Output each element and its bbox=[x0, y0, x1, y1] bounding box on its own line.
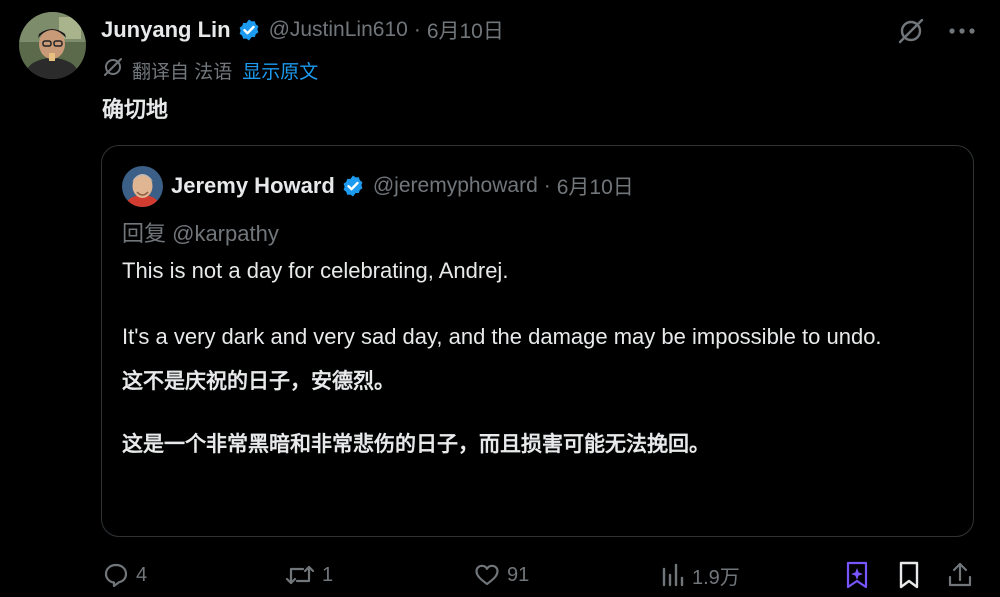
repost-icon bbox=[284, 561, 316, 589]
tweet-date[interactable]: 6月10日 bbox=[427, 15, 504, 45]
quoted-tweet-header: Jeremy Howard @jeremyphoward · 6月10日 bbox=[171, 171, 634, 201]
translate-icon bbox=[102, 56, 124, 84]
heart-icon bbox=[473, 561, 501, 589]
repost-count: 1 bbox=[322, 563, 334, 586]
share-button[interactable] bbox=[946, 557, 974, 593]
tweet: Junyang Lin @JustinLin610 · 6月10日 翻译自 法语… bbox=[0, 0, 1000, 597]
quoted-tweet-card[interactable]: Jeremy Howard @jeremyphoward · 6月10日 回复 … bbox=[101, 145, 974, 537]
quoted-translation-2: 这是一个非常黑暗和非常悲伤的日子，而且损害可能无法挽回。 bbox=[122, 433, 710, 456]
author-avatar[interactable] bbox=[19, 12, 86, 79]
tweet-top-actions bbox=[896, 16, 976, 46]
quoted-paragraph-1: This is not a day for celebrating, Andre… bbox=[122, 258, 509, 283]
author-handle[interactable]: @JustinLin610 bbox=[269, 18, 408, 42]
reply-button[interactable]: 4 bbox=[102, 557, 147, 593]
grok-analyze-icon bbox=[843, 560, 871, 590]
quoted-tweet-body: This is not a day for celebrating, Andre… bbox=[122, 254, 952, 461]
reply-count: 4 bbox=[136, 563, 148, 586]
grok-icon[interactable] bbox=[896, 16, 926, 46]
quoted-translation-1: 这不是庆祝的日子，安德烈。 bbox=[122, 370, 395, 393]
like-count: 91 bbox=[507, 563, 530, 586]
show-original-link[interactable]: 显示原文 bbox=[242, 57, 318, 84]
quoted-author-display-name[interactable]: Jeremy Howard bbox=[171, 173, 335, 199]
translated-from-label: 翻译自 法语 bbox=[132, 61, 233, 83]
analytics-icon bbox=[660, 561, 686, 589]
view-count: 1.9万 bbox=[692, 566, 740, 589]
reply-icon bbox=[102, 561, 130, 589]
quoted-author-avatar[interactable] bbox=[122, 166, 163, 207]
like-button[interactable]: 91 bbox=[473, 557, 529, 593]
quoted-verified-badge-icon[interactable] bbox=[341, 174, 365, 198]
tweet-action-bar: 4 1 91 1.9万 bbox=[0, 557, 1000, 593]
tweet-header: Junyang Lin @JustinLin610 · 6月10日 bbox=[101, 14, 504, 46]
quoted-separator-dot: · bbox=[543, 174, 551, 197]
repost-button[interactable]: 1 bbox=[284, 557, 333, 593]
separator-dot: · bbox=[413, 18, 421, 41]
share-icon bbox=[946, 560, 974, 590]
reply-to-label: 回复 @karpathy bbox=[122, 221, 279, 246]
grok-analyze-button[interactable] bbox=[843, 557, 871, 593]
verified-badge-icon[interactable] bbox=[237, 18, 261, 42]
views-button[interactable]: 1.9万 bbox=[660, 557, 740, 593]
tweet-text: 确切地 bbox=[102, 97, 169, 122]
bookmark-icon bbox=[896, 560, 922, 590]
translation-notice: 翻译自 法语 显示原文 bbox=[102, 57, 318, 83]
quoted-paragraph-2: It's a very dark and very sad day, and t… bbox=[122, 324, 882, 349]
bookmark-button[interactable] bbox=[896, 557, 922, 593]
more-options-icon[interactable] bbox=[948, 16, 976, 46]
quoted-author-handle[interactable]: @jeremyphoward bbox=[373, 174, 538, 198]
author-display-name[interactable]: Junyang Lin bbox=[101, 17, 231, 43]
quoted-tweet-date[interactable]: 6月10日 bbox=[557, 171, 634, 201]
